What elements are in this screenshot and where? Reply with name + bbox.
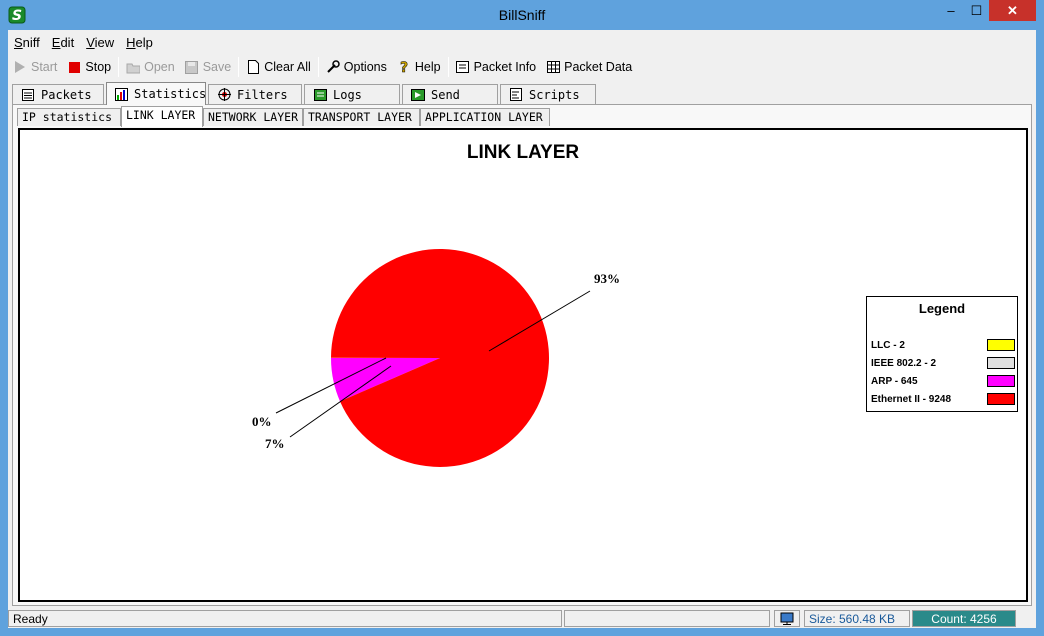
minimize-button[interactable]: – bbox=[938, 0, 964, 21]
toolbar-separator bbox=[118, 57, 120, 77]
statistics-panel: IP statistics LINK LAYER NETWORK LAYER T… bbox=[12, 104, 1032, 606]
subtab-network-layer[interactable]: NETWORK LAYER bbox=[203, 108, 303, 126]
status-size: Size: 560.48 KB bbox=[804, 610, 910, 627]
toolbar-separator bbox=[447, 57, 449, 77]
maximize-button[interactable]: ☐ bbox=[964, 0, 989, 21]
grid-data-icon bbox=[546, 60, 560, 74]
legend-title: Legend bbox=[918, 301, 966, 316]
list-icon bbox=[21, 88, 35, 101]
open-button[interactable]: Open bbox=[121, 56, 180, 78]
help-button[interactable]: ? Help bbox=[392, 56, 446, 78]
clear-all-button[interactable]: Clear All bbox=[241, 56, 316, 78]
floppy-disk-icon bbox=[185, 60, 199, 74]
menu-bar: Sniff Edit View Help bbox=[8, 32, 159, 52]
pie-label-ethernet: 93% bbox=[594, 271, 620, 286]
send-icon bbox=[411, 88, 425, 101]
network-adapter-icon bbox=[774, 610, 800, 627]
menu-help[interactable]: Help bbox=[120, 32, 159, 52]
legend-item-arp: ARP - 645 bbox=[871, 375, 1015, 389]
legend-swatch bbox=[987, 339, 1015, 351]
start-button[interactable]: Start bbox=[8, 56, 62, 78]
title-bar[interactable]: S BillSniff – ☐ ✕ bbox=[0, 0, 1044, 30]
packet-info-button[interactable]: Packet Info bbox=[451, 56, 542, 78]
wrench-icon bbox=[326, 60, 340, 74]
options-button[interactable]: Options bbox=[321, 56, 392, 78]
subtab-link-layer[interactable]: LINK LAYER bbox=[121, 106, 203, 127]
folder-open-icon bbox=[126, 60, 141, 74]
stop-button[interactable]: Stop bbox=[62, 56, 116, 78]
log-book-icon bbox=[313, 88, 327, 101]
help-question-icon: ? bbox=[397, 60, 411, 74]
legend-swatch bbox=[987, 375, 1015, 387]
tab-filters[interactable]: Filters bbox=[208, 84, 302, 104]
play-icon bbox=[13, 60, 27, 74]
subtab-ip-statistics[interactable]: IP statistics bbox=[17, 108, 121, 126]
save-button[interactable]: Save bbox=[180, 56, 237, 78]
svg-text:?: ? bbox=[400, 60, 408, 74]
chart-legend: Legend LLC - 2 IEEE 802.2 - 2 ARP - 645 bbox=[866, 296, 1018, 412]
stop-icon bbox=[67, 60, 81, 74]
legend-swatch bbox=[987, 393, 1015, 405]
status-bar: Ready Size: 560.48 KB Count: 4256 bbox=[8, 608, 1036, 628]
client-area: Sniff Edit View Help Start Stop Open Sav… bbox=[8, 30, 1036, 628]
menu-sniff[interactable]: Sniff bbox=[8, 32, 46, 52]
script-icon bbox=[509, 88, 523, 101]
statistics-chart-icon bbox=[115, 87, 128, 101]
legend-swatch bbox=[987, 357, 1015, 369]
filter-target-icon bbox=[217, 88, 231, 101]
tab-scripts[interactable]: Scripts bbox=[500, 84, 596, 104]
tab-statistics[interactable]: Statistics bbox=[106, 82, 206, 105]
tab-send[interactable]: Send bbox=[402, 84, 498, 104]
main-tab-strip: Packets Statistics Filters Logs Send Scr… bbox=[12, 82, 1032, 105]
subtab-application-layer[interactable]: APPLICATION LAYER bbox=[420, 108, 550, 126]
status-text: Ready bbox=[8, 610, 562, 627]
legend-item-ethernet: Ethernet II - 9248 bbox=[871, 393, 1015, 407]
pie-label-small: 0% bbox=[252, 414, 272, 429]
pie-label-arp: 7% bbox=[265, 436, 285, 451]
toolbar: Start Stop Open Save Clear All Options ?… bbox=[8, 54, 1036, 80]
link-layer-chart: LINK LAYER 93% 0% 7% Legend LLC - 2 IEEE… bbox=[18, 128, 1028, 602]
window-title: BillSniff bbox=[498, 7, 546, 23]
toolbar-separator bbox=[317, 57, 319, 77]
status-progress bbox=[564, 610, 770, 627]
legend-item-llc: LLC - 2 bbox=[871, 339, 1015, 353]
legend-item-ieee: IEEE 802.2 - 2 bbox=[871, 357, 1015, 371]
subtab-transport-layer[interactable]: TRANSPORT LAYER bbox=[303, 108, 420, 126]
status-count: Count: 4256 bbox=[912, 610, 1016, 627]
packet-data-button[interactable]: Packet Data bbox=[541, 56, 637, 78]
menu-view[interactable]: View bbox=[80, 32, 120, 52]
blank-page-icon bbox=[246, 60, 260, 74]
toolbar-separator bbox=[238, 57, 240, 77]
info-window-icon bbox=[456, 60, 470, 74]
app-window: S BillSniff – ☐ ✕ Sniff Edit View Help S… bbox=[0, 0, 1044, 636]
menu-edit[interactable]: Edit bbox=[46, 32, 80, 52]
tab-logs[interactable]: Logs bbox=[304, 84, 400, 104]
close-button[interactable]: ✕ bbox=[989, 0, 1036, 21]
tab-packets[interactable]: Packets bbox=[12, 84, 104, 104]
